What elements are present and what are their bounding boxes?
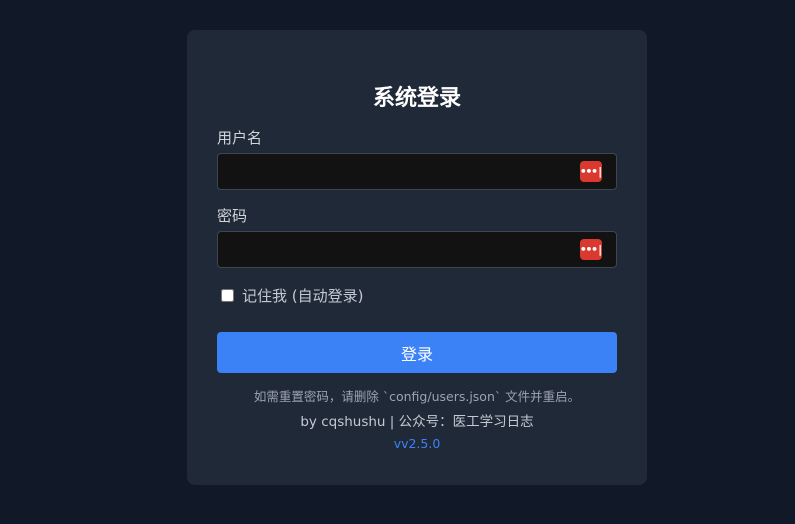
username-label: 用户名	[217, 129, 263, 147]
reset-hint: 如需重置密码，请删除 `config/users.json` 文件并重启。	[253, 389, 581, 404]
version-label: vv2.5.0	[393, 436, 441, 451]
password-input[interactable]	[218, 232, 616, 267]
username-input[interactable]	[218, 154, 616, 189]
username-field-wrapper: •••|	[217, 153, 617, 190]
page-title: 系统登录	[372, 86, 461, 111]
password-manager-icon[interactable]: •••|	[580, 161, 604, 182]
password-field-wrapper: •••|	[217, 231, 617, 268]
password-label: 密码	[217, 207, 248, 225]
remember-me-checkbox[interactable]	[221, 288, 234, 302]
remember-me-label: 记住我 (自动登录)	[242, 286, 364, 305]
password-manager-icon[interactable]: •••|	[580, 239, 604, 260]
remember-me-row[interactable]: 记住我 (自动登录)	[217, 286, 617, 305]
login-button[interactable]: 登录	[217, 332, 617, 373]
credit-text: by cqshushu | 公众号：医工学习日志	[300, 414, 534, 430]
login-card: 系统登录 用户名 •••| 密码 •••| 记住我 (自动登录) 登录 如需重置…	[187, 30, 647, 485]
